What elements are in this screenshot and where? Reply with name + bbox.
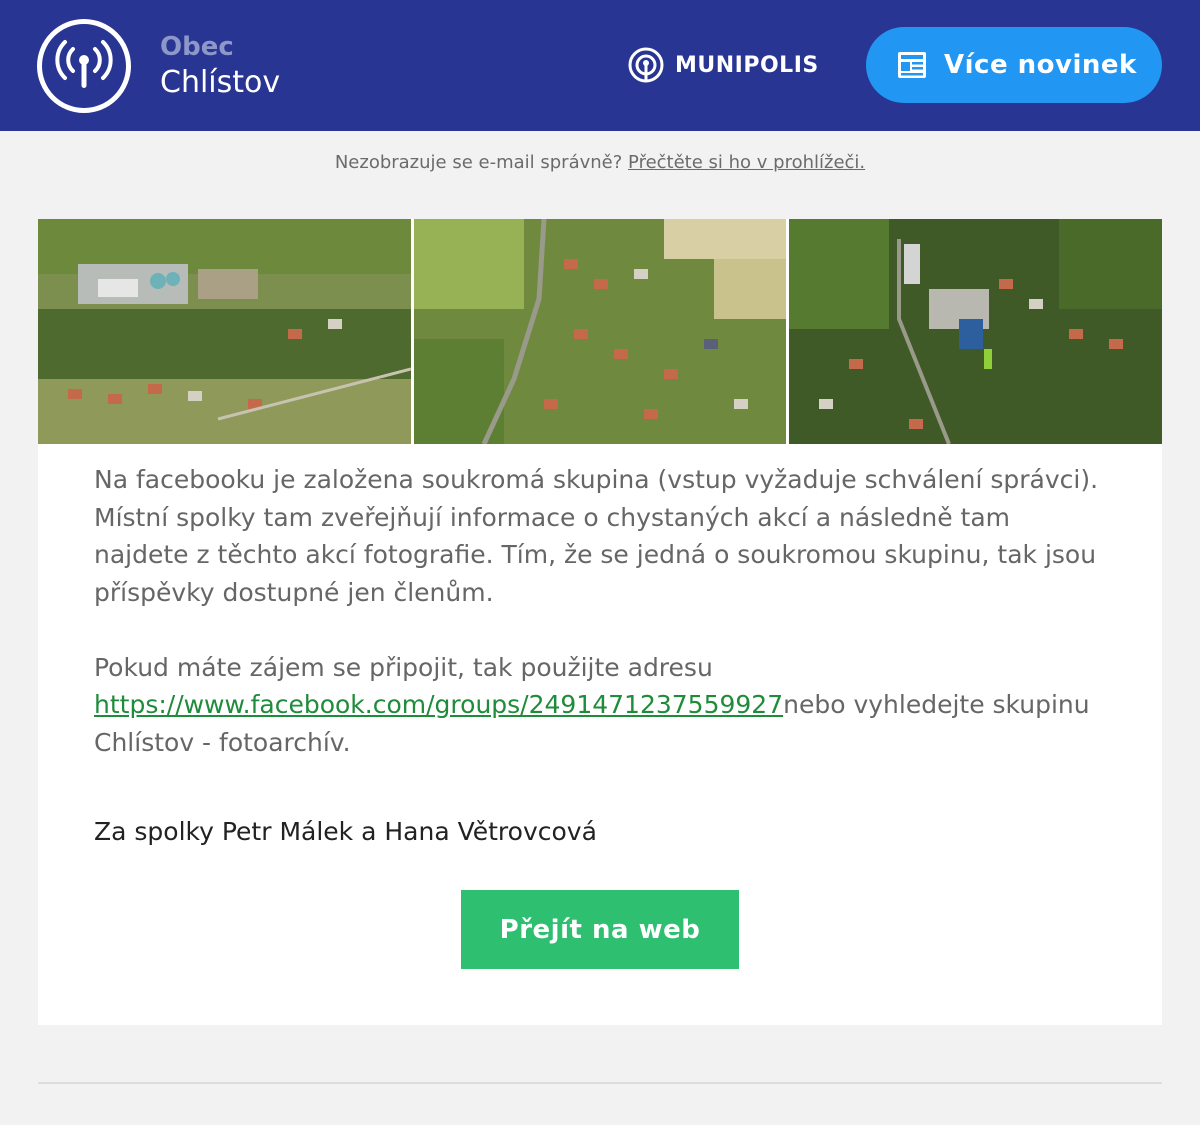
email-header: Obec Chlístov MUNIPOLIS Více novinek (0, 0, 1200, 131)
newspaper-icon (898, 52, 926, 78)
article-card: Na facebooku je založena soukromá skupin… (38, 219, 1163, 1025)
view-in-browser-link[interactable]: Přečtěte si ho v prohlížeči. (628, 152, 865, 173)
preheader-text: Nezobrazuje se e-mail správně? (334, 152, 623, 173)
aerial-photo-3 (789, 219, 1163, 444)
more-news-label: Více novinek (944, 50, 1137, 80)
article-paragraph-join: Pokud máte zájem se připojit, tak použij… (94, 649, 1106, 762)
aerial-photo-1 (38, 219, 411, 444)
preheader: Nezobrazuje se e-mail správně? Přečtěte … (0, 152, 1200, 173)
facebook-group-link[interactable]: https://www.facebook.com/groups/24914712… (94, 690, 783, 719)
footer-divider (38, 1082, 1162, 1084)
municipality-name[interactable]: Chlístov (160, 65, 280, 100)
municipality-logo[interactable] (37, 19, 131, 113)
antenna-broadcast-icon (55, 40, 113, 88)
signature: Za spolky Petr Málek a Hana Větrovcová (94, 817, 597, 846)
photo-strip (38, 219, 1163, 444)
more-news-button[interactable]: Více novinek (866, 27, 1162, 103)
municipality-type: Obec (160, 32, 234, 62)
paragraph-text: Pokud máte zájem se připojit, tak použij… (94, 652, 713, 682)
article-body: Na facebooku je založena soukromá skupin… (94, 461, 1106, 761)
go-to-web-button[interactable]: Přejít na web (461, 890, 739, 969)
brand-name: MUNIPOLIS (675, 52, 819, 78)
munipolis-logo-icon (628, 47, 664, 83)
munipolis-brand[interactable]: MUNIPOLIS (627, 45, 819, 85)
article-paragraph: Na facebooku je založena soukromá skupin… (94, 465, 1099, 607)
aerial-photo-2 (413, 219, 787, 444)
